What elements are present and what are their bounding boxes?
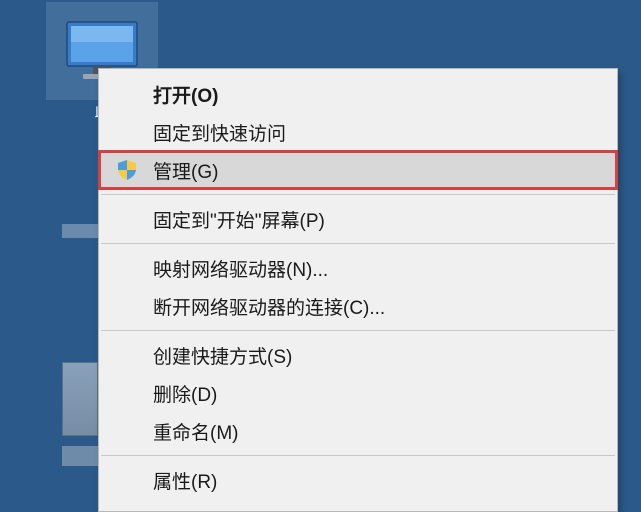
menu-item-delete[interactable]: 删除(D) [99,374,617,412]
menu-item-label: 管理(G) [153,157,218,184]
menu-item-label: 固定到快速访问 [153,119,286,146]
menu-item-label: 打开(O) [153,81,218,108]
menu-item-label: 重命名(M) [153,418,238,445]
menu-item-rename[interactable]: 重命名(M) [99,412,617,450]
menu-separator [101,330,615,331]
context-menu: 打开(O) 固定到快速访问 管理(G) 固定到"开始"屏幕(P) 映射网络驱动器… [98,68,618,512]
menu-item-properties[interactable]: 属性(R) [99,461,617,499]
menu-item-manage[interactable]: 管理(G) [99,151,617,189]
menu-item-label: 断开网络驱动器的连接(C)... [153,293,385,320]
background-partial-icon [62,446,98,466]
menu-item-open[interactable]: 打开(O) [99,75,617,113]
menu-item-label: 映射网络驱动器(N)... [153,255,328,282]
menu-item-label: 删除(D) [153,380,217,407]
menu-item-label: 创建快捷方式(S) [153,342,292,369]
shield-icon [115,158,139,182]
menu-item-label: 固定到"开始"屏幕(P) [153,206,325,233]
menu-separator [101,455,615,456]
menu-item-map-network-drive[interactable]: 映射网络驱动器(N)... [99,249,617,287]
menu-item-disconnect-network-drive[interactable]: 断开网络驱动器的连接(C)... [99,287,617,325]
menu-item-pin-start[interactable]: 固定到"开始"屏幕(P) [99,200,617,238]
background-partial-icon [62,224,98,238]
menu-separator [101,243,615,244]
menu-separator [101,194,615,195]
menu-item-create-shortcut[interactable]: 创建快捷方式(S) [99,336,617,374]
menu-item-pin-quick-access[interactable]: 固定到快速访问 [99,113,617,151]
background-partial-icon [62,362,98,436]
menu-item-label: 属性(R) [153,467,217,494]
